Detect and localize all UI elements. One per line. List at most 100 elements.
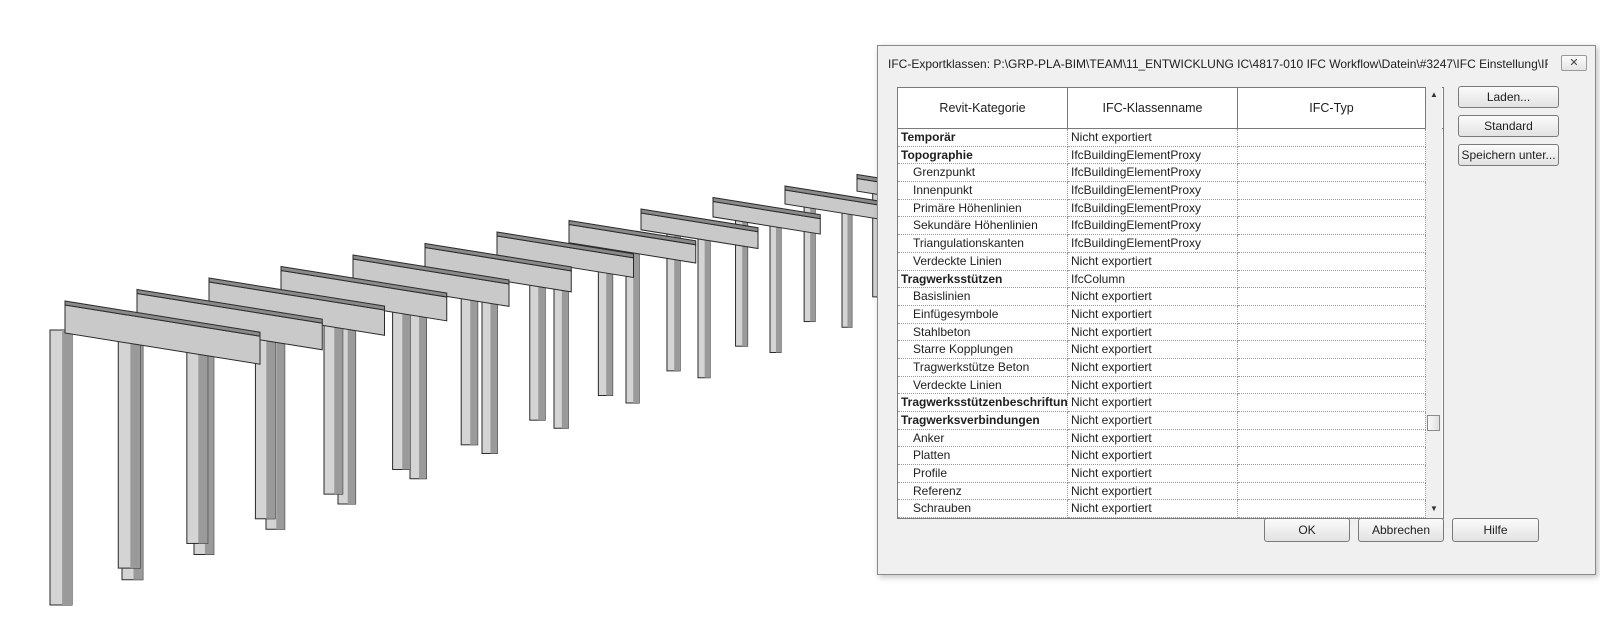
cell-ifc-class-name[interactable]: IfcBuildingElementProxy bbox=[1068, 235, 1238, 253]
cell-revit-category[interactable]: Profile bbox=[898, 465, 1068, 483]
table-row[interactable]: Stahlbeton Nicht exportiert bbox=[898, 323, 1443, 342]
cell-ifc-type[interactable] bbox=[1238, 305, 1426, 324]
cell-ifc-class-name[interactable]: Nicht exportiert bbox=[1068, 341, 1238, 359]
cell-ifc-class-name[interactable]: Nicht exportiert bbox=[1068, 129, 1238, 147]
table-row[interactable]: Basislinien Nicht exportiert bbox=[898, 288, 1443, 306]
cell-revit-category[interactable]: Grenzpunkt bbox=[898, 164, 1068, 183]
cell-revit-category[interactable]: Schrauben bbox=[898, 500, 1068, 518]
cell-ifc-type[interactable] bbox=[1238, 376, 1426, 395]
cell-revit-category[interactable]: Tragwerksverbindungen bbox=[898, 412, 1068, 430]
table-row[interactable]: Anker Nicht exportiert bbox=[898, 429, 1443, 448]
scrollbar-thumb[interactable] bbox=[1427, 415, 1440, 431]
cell-ifc-class-name[interactable]: Nicht exportiert bbox=[1068, 429, 1238, 448]
table-row[interactable]: Tragwerksstützenbeschriftun Nicht exporti… bbox=[898, 394, 1443, 412]
table-row[interactable]: Topographie IfcBuildingElementProxy bbox=[898, 146, 1443, 165]
cell-ifc-class-name[interactable]: Nicht exportiert bbox=[1068, 376, 1238, 395]
cell-ifc-type[interactable] bbox=[1238, 465, 1426, 483]
table-row[interactable]: Einfügesymbole Nicht exportiert bbox=[898, 305, 1443, 324]
cell-ifc-class-name[interactable]: Nicht exportiert bbox=[1068, 323, 1238, 342]
cell-ifc-class-name[interactable]: Nicht exportiert bbox=[1068, 412, 1238, 430]
cell-ifc-type[interactable] bbox=[1238, 358, 1426, 377]
cell-ifc-type[interactable] bbox=[1238, 482, 1426, 501]
table-row[interactable]: Verdeckte Linien Nicht exportiert bbox=[898, 252, 1443, 271]
cell-ifc-type[interactable] bbox=[1238, 429, 1426, 448]
cell-ifc-type[interactable] bbox=[1238, 412, 1426, 430]
table-scrollbar[interactable]: ▲ ▼ bbox=[1426, 87, 1442, 519]
cell-ifc-class-name[interactable]: Nicht exportiert bbox=[1068, 500, 1238, 518]
cell-revit-category[interactable]: Starre Kopplungen bbox=[898, 341, 1068, 359]
cell-ifc-type[interactable] bbox=[1238, 146, 1426, 165]
cell-revit-category[interactable]: Verdeckte Linien bbox=[898, 376, 1068, 395]
cell-ifc-type[interactable] bbox=[1238, 323, 1426, 342]
cell-ifc-type[interactable] bbox=[1238, 182, 1426, 200]
cell-revit-category[interactable]: Referenz bbox=[898, 482, 1068, 501]
cell-ifc-type[interactable] bbox=[1238, 129, 1426, 147]
cell-revit-category[interactable]: Innenpunkt bbox=[898, 182, 1068, 200]
cell-ifc-class-name[interactable]: IfcBuildingElementProxy bbox=[1068, 182, 1238, 200]
cell-revit-category[interactable]: Tragwerksstützenbeschriftun bbox=[898, 394, 1068, 412]
table-row[interactable]: Temporär Nicht exportiert bbox=[898, 129, 1443, 147]
cell-ifc-class-name[interactable]: IfcBuildingElementProxy bbox=[1068, 146, 1238, 165]
cancel-button[interactable]: Abbrechen bbox=[1358, 518, 1444, 542]
cell-ifc-type[interactable] bbox=[1238, 341, 1426, 359]
cell-revit-category[interactable]: Stahlbeton bbox=[898, 323, 1068, 342]
column-header-revit-category[interactable]: Revit-Kategorie bbox=[898, 88, 1068, 128]
table-row[interactable]: Schrauben Nicht exportiert bbox=[898, 500, 1443, 518]
cell-ifc-class-name[interactable]: Nicht exportiert bbox=[1068, 447, 1238, 466]
table-row[interactable]: Tragwerkstütze Beton Nicht exportiert bbox=[898, 358, 1443, 377]
cell-ifc-class-name[interactable]: IfcBuildingElementProxy bbox=[1068, 199, 1238, 218]
cell-revit-category[interactable]: Tragwerkstütze Beton bbox=[898, 358, 1068, 377]
cell-revit-category[interactable]: Primäre Höhenlinien bbox=[898, 199, 1068, 218]
dialog-titlebar[interactable]: IFC-Exportklassen: P:\GRP-PLA-BIM\TEAM\1… bbox=[878, 46, 1595, 82]
table-row[interactable]: Platten Nicht exportiert bbox=[898, 447, 1443, 466]
cell-ifc-type[interactable] bbox=[1238, 270, 1426, 289]
help-button[interactable]: Hilfe bbox=[1452, 518, 1539, 542]
cell-ifc-type[interactable] bbox=[1238, 500, 1426, 518]
cell-ifc-class-name[interactable]: Nicht exportiert bbox=[1068, 288, 1238, 306]
table-row[interactable]: Primäre Höhenlinien IfcBuildingElementPro… bbox=[898, 199, 1443, 218]
cell-revit-category[interactable]: Sekundäre Höhenlinien bbox=[898, 217, 1068, 236]
cell-ifc-type[interactable] bbox=[1238, 288, 1426, 306]
cell-revit-category[interactable]: Einfügesymbole bbox=[898, 305, 1068, 324]
column-header-ifc-type[interactable]: IFC-Typ bbox=[1238, 88, 1426, 128]
cell-ifc-class-name[interactable]: IfcBuildingElementProxy bbox=[1068, 217, 1238, 236]
cell-revit-category[interactable]: Verdeckte Linien bbox=[898, 252, 1068, 271]
cell-ifc-class-name[interactable]: Nicht exportiert bbox=[1068, 465, 1238, 483]
cell-revit-category[interactable]: Tragwerksstützen bbox=[898, 270, 1068, 289]
cell-ifc-class-name[interactable]: Nicht exportiert bbox=[1068, 358, 1238, 377]
table-row[interactable]: Profile Nicht exportiert bbox=[898, 465, 1443, 483]
load-button[interactable]: Laden... bbox=[1458, 86, 1559, 108]
cell-revit-category[interactable]: Platten bbox=[898, 447, 1068, 466]
save-as-button[interactable]: Speichern unter... bbox=[1458, 144, 1559, 166]
cell-revit-category[interactable]: Basislinien bbox=[898, 288, 1068, 306]
cell-ifc-type[interactable] bbox=[1238, 199, 1426, 218]
cell-revit-category[interactable]: Anker bbox=[898, 429, 1068, 448]
cell-ifc-class-name[interactable]: Nicht exportiert bbox=[1068, 394, 1238, 412]
table-row[interactable]: Verdeckte Linien Nicht exportiert bbox=[898, 376, 1443, 395]
cell-ifc-class-name[interactable]: IfcBuildingElementProxy bbox=[1068, 164, 1238, 183]
cell-ifc-type[interactable] bbox=[1238, 394, 1426, 412]
ok-button[interactable]: OK bbox=[1264, 518, 1350, 542]
table-row[interactable]: Grenzpunkt IfcBuildingElementProxy bbox=[898, 164, 1443, 183]
cell-ifc-class-name[interactable]: Nicht exportiert bbox=[1068, 252, 1238, 271]
table-row[interactable]: Triangulationskanten IfcBuildingElementPr… bbox=[898, 235, 1443, 253]
cell-revit-category[interactable]: Triangulationskanten bbox=[898, 235, 1068, 253]
table-row[interactable]: Innenpunkt IfcBuildingElementProxy bbox=[898, 182, 1443, 200]
scroll-down-arrow-icon[interactable]: ▼ bbox=[1426, 501, 1442, 517]
column-header-ifc-class-name[interactable]: IFC-Klassenname bbox=[1068, 88, 1238, 128]
table-row[interactable]: Tragwerksstützen IfcColumn bbox=[898, 270, 1443, 289]
cell-revit-category[interactable]: Topographie bbox=[898, 146, 1068, 165]
table-row[interactable]: Tragwerksverbindungen Nicht exportiert bbox=[898, 412, 1443, 430]
close-button[interactable]: ✕ bbox=[1561, 55, 1587, 71]
standard-button[interactable]: Standard bbox=[1458, 115, 1559, 137]
cell-ifc-class-name[interactable]: IfcColumn bbox=[1068, 270, 1238, 289]
cell-ifc-class-name[interactable]: Nicht exportiert bbox=[1068, 482, 1238, 501]
scroll-up-arrow-icon[interactable]: ▲ bbox=[1426, 87, 1442, 103]
table-row[interactable]: Referenz Nicht exportiert bbox=[898, 482, 1443, 501]
cell-revit-category[interactable]: Temporär bbox=[898, 129, 1068, 147]
table-row[interactable]: Sekundäre Höhenlinien IfcBuildingElementP… bbox=[898, 217, 1443, 236]
table-row[interactable]: Starre Kopplungen Nicht exportiert bbox=[898, 341, 1443, 359]
cell-ifc-type[interactable] bbox=[1238, 217, 1426, 236]
cell-ifc-type[interactable] bbox=[1238, 447, 1426, 466]
cell-ifc-type[interactable] bbox=[1238, 252, 1426, 271]
